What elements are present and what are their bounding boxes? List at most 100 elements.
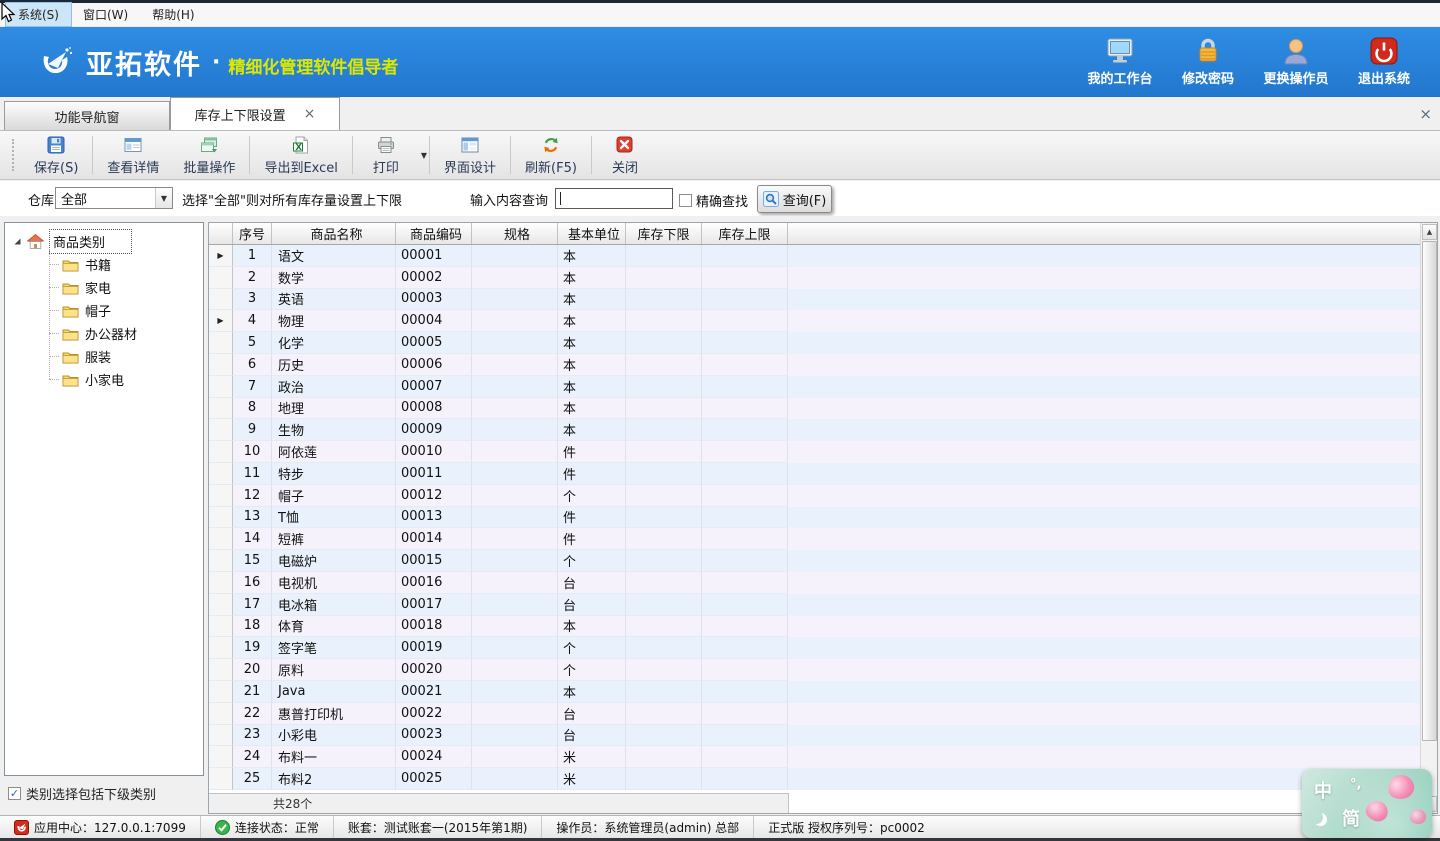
tree-item-帽子[interactable]: 帽子	[5, 299, 203, 322]
cell-name[interactable]: 短裤	[272, 528, 396, 550]
toolbar-button-print[interactable]: 打印	[355, 131, 417, 179]
cell-seq[interactable]: 19	[233, 637, 272, 659]
tree-item-书籍[interactable]: 书籍	[5, 253, 203, 276]
cell-spec[interactable]	[472, 681, 558, 703]
cell-upper[interactable]	[702, 637, 788, 659]
table-row[interactable]: 19签字笔00019个	[209, 637, 1437, 659]
cell-name[interactable]: Java	[272, 681, 396, 703]
checkbox-checked-icon[interactable]: ✓	[8, 787, 21, 800]
tab-stock-limit-settings[interactable]: 库存上下限设置 ×	[170, 97, 340, 130]
include-sub-categories-checkbox[interactable]: ✓ 类别选择包括下级类别	[8, 784, 156, 803]
cell-code[interactable]: 00024	[396, 746, 472, 768]
tree-item-家电[interactable]: 家电	[5, 276, 203, 299]
table-row[interactable]: 15电磁炉00015个	[209, 550, 1437, 572]
cell-upper[interactable]	[702, 746, 788, 768]
cell-code[interactable]: 00023	[396, 725, 472, 747]
query-button[interactable]: 查询(F)	[757, 185, 832, 213]
cell-spec[interactable]	[472, 419, 558, 441]
cell-seq[interactable]: 13	[233, 507, 272, 529]
tree-item-服装[interactable]: 服装	[5, 345, 203, 368]
table-row[interactable]: 11特步00011件	[209, 463, 1437, 485]
header-action-power[interactable]: 退出系统	[1344, 37, 1424, 87]
cell-lower[interactable]	[626, 725, 702, 747]
table-row[interactable]: 21Java00021 本	[209, 681, 1437, 703]
cell-unit[interactable]: 米	[558, 768, 626, 790]
toolbar-button-excel[interactable]: X导出到Excel	[252, 131, 349, 179]
cell-code[interactable]: 00003	[396, 289, 472, 311]
cell-unit[interactable]: 本	[558, 289, 626, 311]
cell-unit[interactable]: 本	[558, 419, 626, 441]
cell-name[interactable]: 布料2	[272, 768, 396, 790]
close-all-tabs-icon[interactable]: ×	[1419, 105, 1432, 123]
cell-name[interactable]: 惠普打印机	[272, 703, 396, 725]
cell-upper[interactable]	[702, 485, 788, 507]
cell-upper[interactable]	[702, 245, 788, 267]
cell-name[interactable]: 历史	[272, 354, 396, 376]
cell-spec[interactable]	[472, 768, 558, 790]
cell-upper[interactable]	[702, 441, 788, 463]
grid-column-header[interactable]: 序号	[233, 223, 272, 244]
cell-name[interactable]: 帽子	[272, 485, 396, 507]
cell-spec[interactable]	[472, 289, 558, 311]
cell-unit[interactable]: 台	[558, 594, 626, 616]
cell-name[interactable]: T恤	[272, 507, 396, 529]
toolbar-button-batch[interactable]: 批量操作	[171, 131, 247, 179]
cell-upper[interactable]	[702, 768, 788, 790]
cell-seq[interactable]: 5	[233, 332, 272, 354]
cell-unit[interactable]: 本	[558, 310, 626, 332]
cell-code[interactable]: 00018	[396, 616, 472, 638]
chevron-down-icon[interactable]: ▼	[155, 188, 172, 208]
cell-code[interactable]: 00025	[396, 768, 472, 790]
cell-lower[interactable]	[626, 419, 702, 441]
cell-lower[interactable]	[626, 616, 702, 638]
search-input[interactable]	[555, 188, 673, 209]
cell-upper[interactable]	[702, 398, 788, 420]
table-row[interactable]: 17电冰箱00017台	[209, 594, 1437, 616]
cell-spec[interactable]	[472, 616, 558, 638]
cell-lower[interactable]	[626, 354, 702, 376]
cell-code[interactable]: 00022	[396, 703, 472, 725]
cell-code[interactable]: 00002	[396, 267, 472, 289]
cell-unit[interactable]: 台	[558, 572, 626, 594]
warehouse-select[interactable]: 全部 ▼	[55, 187, 173, 209]
cell-seq[interactable]: 23	[233, 725, 272, 747]
toolbar-button-design[interactable]: 界面设计	[432, 131, 508, 179]
cell-seq[interactable]: 21	[233, 681, 272, 703]
toolbar-button-close[interactable]: 关闭	[594, 131, 656, 179]
ime-widget[interactable]: 中 °, 简	[1302, 769, 1432, 838]
cell-lower[interactable]	[626, 572, 702, 594]
cell-spec[interactable]	[472, 354, 558, 376]
cell-name[interactable]: 电冰箱	[272, 594, 396, 616]
table-row[interactable]: ▶4物理00004本	[209, 310, 1437, 332]
cell-code[interactable]: 00013	[396, 507, 472, 529]
cell-code[interactable]: 00009	[396, 419, 472, 441]
cell-spec[interactable]	[472, 528, 558, 550]
scrollbar-thumb[interactable]	[1422, 241, 1437, 741]
cell-seq[interactable]: 10	[233, 441, 272, 463]
cell-seq[interactable]: 9	[233, 419, 272, 441]
cell-lower[interactable]	[626, 550, 702, 572]
cell-unit[interactable]: 件	[558, 441, 626, 463]
cell-unit[interactable]: 个	[558, 550, 626, 572]
cell-unit[interactable]: 本	[558, 681, 626, 703]
table-row[interactable]: 12帽子00012个	[209, 485, 1437, 507]
toolbar-button-refresh[interactable]: 刷新(F5)	[513, 131, 589, 179]
cell-seq[interactable]: 7	[233, 376, 272, 398]
table-row[interactable]: 23小彩电00023台	[209, 725, 1437, 747]
grid-column-header[interactable]: 商品名称	[272, 223, 396, 244]
cell-spec[interactable]	[472, 746, 558, 768]
cell-upper[interactable]	[702, 528, 788, 550]
table-row[interactable]: 14短裤00014件	[209, 528, 1437, 550]
cell-lower[interactable]	[626, 681, 702, 703]
cell-code[interactable]: 00021	[396, 681, 472, 703]
cell-seq[interactable]: 6	[233, 354, 272, 376]
grid-column-header[interactable]: 库存下限	[626, 223, 702, 244]
table-row[interactable]: 24布料一00024米	[209, 746, 1437, 768]
cell-upper[interactable]	[702, 594, 788, 616]
cell-code[interactable]: 00010	[396, 441, 472, 463]
cell-name[interactable]: 地理	[272, 398, 396, 420]
cell-unit[interactable]: 本	[558, 354, 626, 376]
cell-seq[interactable]: 12	[233, 485, 272, 507]
cell-spec[interactable]	[472, 332, 558, 354]
header-action-monitor[interactable]: 我的工作台	[1080, 37, 1160, 87]
